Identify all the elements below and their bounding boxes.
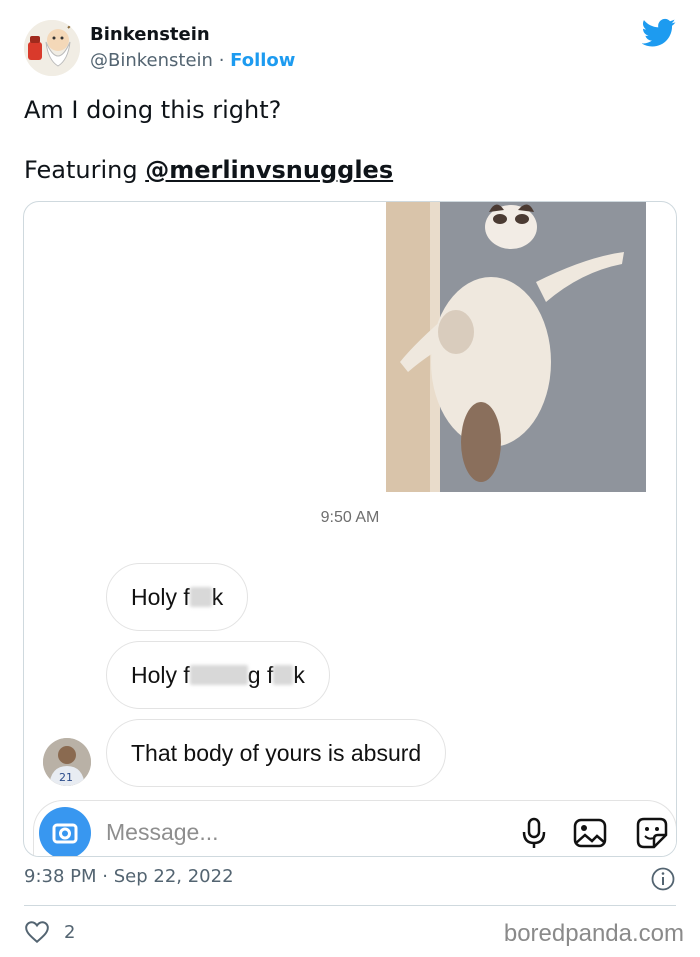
message-bubble-2: Holy f g f k xyxy=(106,641,330,709)
message-2-part-2: g f xyxy=(247,661,274,688)
tweet-meta: 9:38 PM · Sep 22, 2022 xyxy=(24,866,676,896)
tweet-media-screenshot[interactable]: 9:50 AM Holy f k Holy f g f k 21 That body … xyxy=(23,201,677,857)
message-bubble-1: Holy f k xyxy=(106,563,249,631)
gallery-icon[interactable] xyxy=(572,815,608,851)
follow-button[interactable]: Follow xyxy=(230,50,295,71)
message-input[interactable]: Message... xyxy=(106,819,219,846)
censor-blur xyxy=(273,665,294,685)
tweet-header: Binkenstein @Binkenstein · Follow xyxy=(24,18,676,78)
author-name[interactable]: Binkenstein xyxy=(90,24,210,45)
message-3-text: That body of yours is absurd xyxy=(131,739,422,766)
watermark: boredpanda.com xyxy=(503,920,684,947)
camera-icon[interactable] xyxy=(39,807,91,856)
message-1-part-2: k xyxy=(211,583,224,610)
handle-separator: · xyxy=(218,50,225,71)
message-1-part-1: Holy f xyxy=(131,583,190,610)
mention-link[interactable]: @merlinvsnuggles xyxy=(145,156,393,184)
svg-text:21: 21 xyxy=(59,771,73,784)
message-2-part-1: Holy f xyxy=(131,661,190,688)
censor-blur xyxy=(189,587,212,607)
censor-blur xyxy=(189,665,248,685)
featuring-label: Featuring xyxy=(24,156,146,184)
cat-photo[interactable] xyxy=(386,202,646,492)
like-count: 2 xyxy=(64,921,76,943)
like-action[interactable]: 2 xyxy=(24,918,75,946)
meta-separator: · xyxy=(102,866,108,887)
tweet-time: 9:38 PM xyxy=(24,866,97,887)
sticker-icon[interactable] xyxy=(634,815,670,851)
tweet-datetime[interactable]: 9:38 PM · Sep 22, 2022 xyxy=(24,866,234,887)
tweet-text-line-1: Am I doing this right? xyxy=(24,96,282,124)
tweet-text-line-2: Featuring @merlinvsnuggles xyxy=(24,156,393,184)
message-2-part-3: k xyxy=(293,661,305,688)
author-avatar[interactable] xyxy=(24,20,80,76)
message-bubble-3: That body of yours is absurd xyxy=(106,719,447,787)
message-timestamp: 9:50 AM xyxy=(320,509,380,526)
twitter-bird-icon[interactable] xyxy=(641,18,676,48)
author-handle[interactable]: @Binkenstein xyxy=(90,50,213,71)
heart-icon[interactable] xyxy=(24,920,50,944)
microphone-icon[interactable] xyxy=(516,815,552,851)
tweet-date: Sep 22, 2022 xyxy=(113,866,234,887)
author-handle-row: @Binkenstein · Follow xyxy=(90,50,295,71)
sender-avatar[interactable]: 21 xyxy=(43,738,91,786)
message-composer[interactable]: Message... xyxy=(33,800,676,856)
divider xyxy=(24,905,676,906)
info-icon[interactable] xyxy=(650,866,676,892)
